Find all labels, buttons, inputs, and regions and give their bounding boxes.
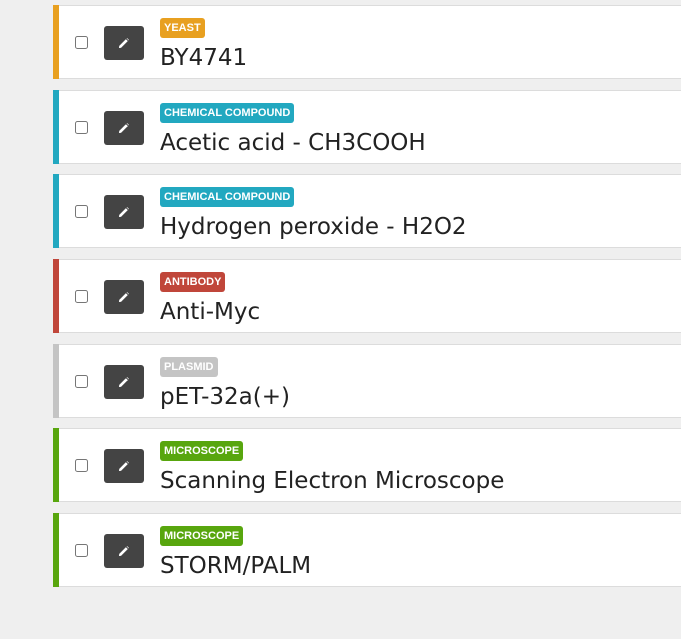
category-badge: MICROSCOPE — [160, 526, 244, 546]
list-item: YEAST BY4741 — [53, 5, 681, 79]
item-name[interactable]: Hydrogen peroxide - H2O2 — [160, 212, 467, 242]
pencil-icon — [117, 459, 131, 473]
select-checkbox[interactable] — [75, 459, 88, 472]
edit-button[interactable] — [104, 195, 144, 229]
category-badge: YEAST — [160, 18, 205, 38]
category-color-bar — [53, 5, 59, 79]
category-badge: MICROSCOPE — [160, 441, 244, 461]
edit-button[interactable] — [104, 111, 144, 145]
list-item: MICROSCOPE STORM/PALM — [53, 513, 681, 587]
select-checkbox[interactable] — [75, 544, 88, 557]
item-name[interactable]: BY4741 — [160, 43, 247, 73]
item-name[interactable]: Anti-Myc — [160, 297, 260, 327]
category-color-bar — [53, 428, 59, 502]
list-item: MICROSCOPE Scanning Electron Microscope — [53, 428, 681, 502]
pencil-icon — [117, 290, 131, 304]
category-badge: ANTIBODY — [160, 272, 226, 292]
item-name[interactable]: Acetic acid - CH3COOH — [160, 128, 426, 158]
item-name[interactable]: STORM/PALM — [160, 551, 311, 581]
category-badge: CHEMICAL COMPOUND — [160, 103, 295, 123]
edit-button[interactable] — [104, 26, 144, 60]
item-name[interactable]: Scanning Electron Microscope — [160, 466, 504, 496]
edit-button[interactable] — [104, 365, 144, 399]
item-name[interactable]: pET-32a(+) — [160, 382, 290, 412]
list-item: ANTIBODY Anti-Myc — [53, 259, 681, 333]
select-checkbox[interactable] — [75, 290, 88, 303]
category-badge: CHEMICAL COMPOUND — [160, 187, 295, 207]
pencil-icon — [117, 375, 131, 389]
edit-button[interactable] — [104, 280, 144, 314]
pencil-icon — [117, 544, 131, 558]
category-color-bar — [53, 174, 59, 248]
category-badge: PLASMID — [160, 357, 218, 377]
select-checkbox[interactable] — [75, 36, 88, 49]
category-color-bar — [53, 90, 59, 164]
list-item: PLASMID pET-32a(+) — [53, 344, 681, 418]
category-color-bar — [53, 513, 59, 587]
select-checkbox[interactable] — [75, 121, 88, 134]
select-checkbox[interactable] — [75, 375, 88, 388]
pencil-icon — [117, 121, 131, 135]
select-checkbox[interactable] — [75, 205, 88, 218]
edit-button[interactable] — [104, 534, 144, 568]
list-item: CHEMICAL COMPOUND Acetic acid - CH3COOH — [53, 90, 681, 164]
list-item: CHEMICAL COMPOUND Hydrogen peroxide - H2… — [53, 174, 681, 248]
pencil-icon — [117, 36, 131, 50]
edit-button[interactable] — [104, 449, 144, 483]
pencil-icon — [117, 205, 131, 219]
category-color-bar — [53, 344, 59, 418]
category-color-bar — [53, 259, 59, 333]
